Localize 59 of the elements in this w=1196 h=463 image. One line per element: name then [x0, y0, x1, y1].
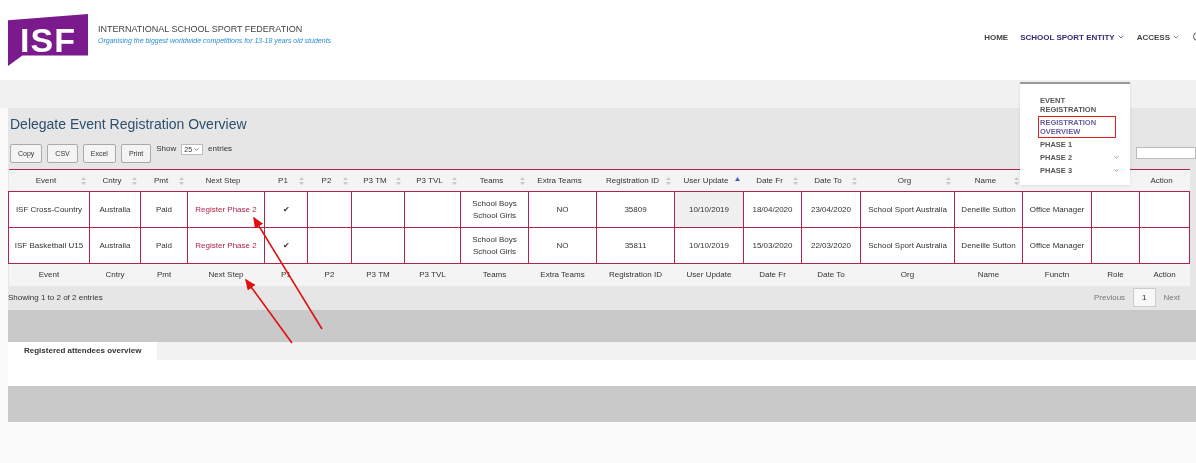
column-header[interactable]: Teams: [460, 169, 529, 192]
column-header[interactable]: P2: [307, 169, 352, 192]
table-cell: 10/10/2019: [674, 227, 744, 264]
column-header[interactable]: Action: [1139, 169, 1190, 192]
table-cell: 35809: [596, 191, 675, 228]
table-cell: 22/03/2020: [801, 227, 861, 264]
length-label: entries: [208, 144, 233, 153]
logo[interactable]: ISF: [8, 14, 88, 66]
column-header[interactable]: Date Fr: [743, 169, 802, 192]
table-cell: Paid: [140, 191, 188, 228]
nav-link[interactable]: HOME: [984, 32, 1009, 42]
register-link[interactable]: Register Phase 2: [195, 204, 257, 214]
table-cell: ISF Cross-Country: [8, 191, 90, 228]
table-cell: NO: [528, 227, 597, 264]
nav-link[interactable]: SCHOOL SPORT ENTITY: [1020, 32, 1125, 42]
table-cell: 35811: [596, 227, 675, 264]
column-header[interactable]: Pmt: [140, 169, 188, 192]
table-cell: 15/03/2020: [743, 227, 802, 264]
chevron-icon: [193, 146, 201, 153]
table-cell: ✔: [264, 191, 308, 228]
column-header[interactable]: Registration ID: [596, 169, 675, 192]
table-cell: School Boys School Girls: [460, 191, 529, 228]
previous-link[interactable]: Previous: [1085, 289, 1134, 306]
nav-link[interactable]: ACCESS: [1136, 32, 1180, 42]
column-header[interactable]: Name: [954, 169, 1023, 192]
page-button[interactable]: 1: [1133, 288, 1156, 307]
table-cell: 18/04/2020: [743, 191, 802, 228]
column-header[interactable]: Date To: [801, 169, 861, 192]
column-header[interactable]: P1: [264, 169, 308, 192]
table-cell: Australia: [89, 227, 141, 264]
table-cell: School Boys School Girls: [460, 227, 529, 264]
column-header[interactable]: P3 TVL: [404, 169, 461, 192]
table-info: Showing 1 to 2 of 2 entries: [8, 293, 103, 302]
column-header[interactable]: Cntry: [89, 169, 141, 192]
column-footer: Event: [8, 263, 90, 286]
table-cell: Deneille Sutton: [954, 227, 1023, 264]
table-cell: Australia: [89, 191, 141, 228]
table-cell: NO: [528, 191, 597, 228]
table-cell: School Sport Australia: [860, 227, 955, 264]
table-cell: Office Manager: [1022, 191, 1092, 228]
search-field[interactable]: [1136, 147, 1196, 159]
table-cell: 23/04/2020: [801, 191, 861, 228]
column-header[interactable]: User Update: [674, 169, 744, 192]
table-cell: Office Manager: [1022, 227, 1092, 264]
table-cell: School Sport Australia: [860, 191, 955, 228]
table-cell: ISF Basketball U15: [8, 227, 90, 264]
table-cell: Deneille Sutton: [954, 191, 1023, 228]
column-header[interactable]: Org: [860, 169, 955, 192]
register-link[interactable]: Register Phase 2: [195, 240, 257, 250]
next-link[interactable]: Next: [1155, 289, 1188, 306]
column-header[interactable]: Next Step: [187, 169, 265, 192]
column-header[interactable]: Event: [8, 169, 90, 192]
page-title: Delegate Event Registration Overview: [10, 116, 247, 132]
table-cell: 10/10/2019: [674, 191, 744, 228]
length-label: Show: [156, 144, 177, 153]
column-header[interactable]: Extra Teams: [528, 169, 597, 192]
org-name: INTERNATIONAL SCHOOL SPORT FEDERATION: [98, 24, 304, 34]
table-cell: Paid: [140, 227, 188, 264]
column-header[interactable]: P3 TM: [351, 169, 405, 192]
